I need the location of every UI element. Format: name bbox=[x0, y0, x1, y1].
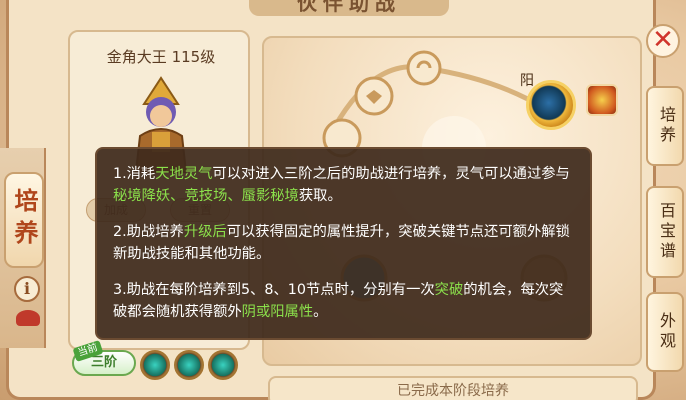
stage-complete-banner: 已完成本阶段培养 bbox=[268, 376, 638, 400]
ribbon-icon bbox=[16, 310, 40, 326]
character-title: 金角大王 115级 bbox=[70, 46, 252, 67]
gem-slot-icon[interactable] bbox=[140, 350, 170, 380]
tooltip-highlight: 升级后 bbox=[183, 224, 227, 240]
tooltip-highlight: 突破 bbox=[434, 282, 464, 298]
attribute-skill-icon[interactable] bbox=[586, 84, 618, 116]
character-name: 金角大王 bbox=[106, 48, 167, 66]
character-level: 115级 bbox=[171, 48, 216, 66]
help-tooltip: 1.消耗天地灵气可以对进入三阶之后的助战进行培养，灵气可以通过参与秘境降妖、竞技… bbox=[95, 147, 592, 340]
game-screen: 伙伴助战 培养 i 金角大王 115级 加成 重置 三阶 当前 bbox=[0, 0, 686, 400]
tab-cultivate[interactable]: 培养 bbox=[646, 86, 684, 166]
left-tab-cultivate[interactable]: 培养 bbox=[4, 172, 44, 268]
tooltip-text: 3.助战在每阶培养到5、8、10节点时，分别有一次 bbox=[113, 282, 435, 298]
yang-node-icon[interactable] bbox=[526, 80, 576, 130]
gem-slot-icon[interactable] bbox=[208, 350, 238, 380]
tooltip-text: 1.消耗 bbox=[113, 166, 156, 182]
panel-title: 伙伴助战 bbox=[249, 0, 449, 16]
tooltip-text: 可以对进入三阶之后的助战进行培养，灵气可以通过参与 bbox=[212, 166, 570, 182]
tooltip-text: 。 bbox=[313, 304, 328, 320]
close-button[interactable]: ✕ bbox=[646, 24, 680, 58]
gem-slot-icon[interactable] bbox=[174, 350, 204, 380]
tooltip-paragraph-2: 2.助战培养升级后可以获得固定的属性提升，突破关键节点还可额外解锁新助战技能和其… bbox=[113, 221, 574, 265]
tooltip-text: 获取。 bbox=[298, 188, 342, 204]
tooltip-paragraph-3: 3.助战在每阶培养到5、8、10节点时，分别有一次突破的机会，每次突破都会随机获… bbox=[113, 279, 574, 323]
tooltip-highlight: 天地灵气 bbox=[155, 166, 213, 182]
info-icon[interactable]: i bbox=[14, 276, 40, 302]
tooltip-paragraph-1: 1.消耗天地灵气可以对进入三阶之后的助战进行培养，灵气可以通过参与秘境降妖、竞技… bbox=[113, 163, 574, 207]
tab-treasure-catalog[interactable]: 百宝谱 bbox=[646, 186, 684, 278]
tooltip-highlight: 秘境降妖、竞技场、蜃影秘境 bbox=[113, 188, 299, 204]
tab-appearance[interactable]: 外观 bbox=[646, 292, 684, 372]
tooltip-highlight: 阴或阳属性 bbox=[241, 304, 314, 320]
tooltip-text: 2.助战培养 bbox=[113, 224, 184, 240]
